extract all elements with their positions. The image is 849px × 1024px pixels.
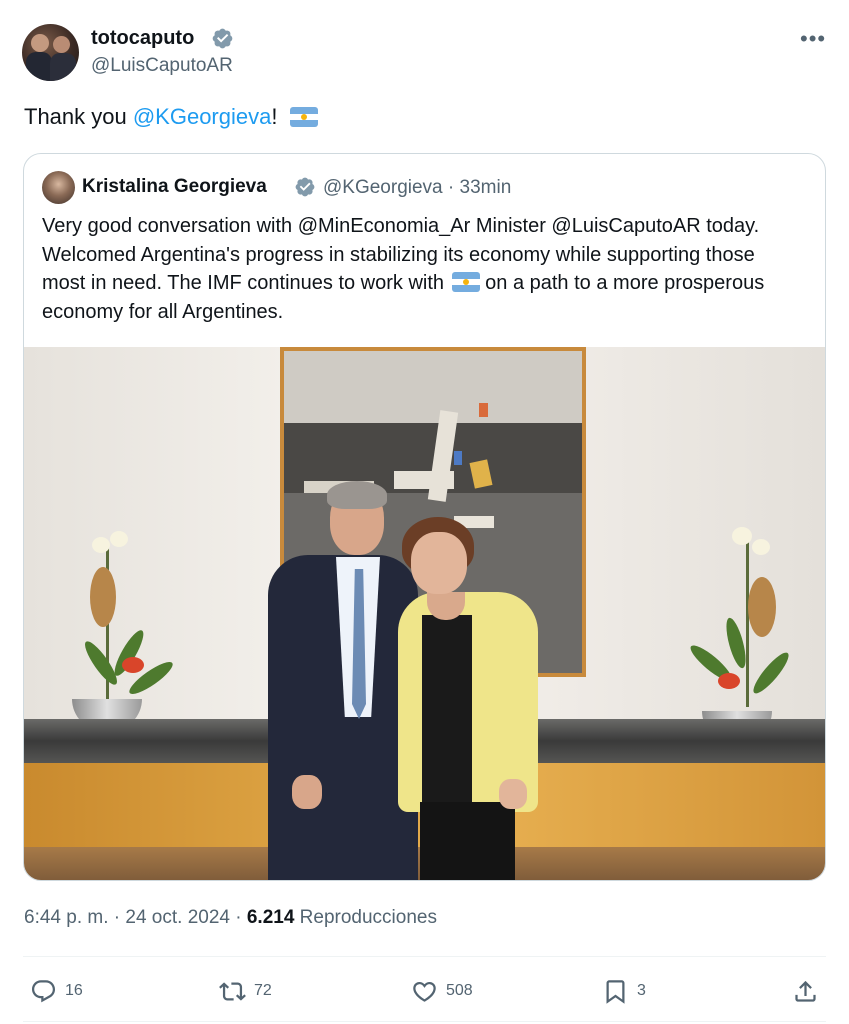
repost-icon — [219, 981, 246, 1001]
author-handle[interactable]: @LuisCaputoAR — [91, 55, 233, 77]
share-button[interactable] — [792, 975, 819, 1007]
quoted-tweet-text: Very good conversation with @MinEconomia… — [42, 212, 802, 326]
plant-stem — [746, 537, 749, 707]
woman-head — [411, 532, 467, 594]
red-flower — [718, 673, 740, 689]
tweet-text: Thank you @KGeorgieva! — [24, 104, 318, 130]
flag-argentina-icon — [451, 272, 480, 292]
avatar-person-head — [53, 36, 70, 53]
views-label: Reproducciones — [294, 907, 437, 928]
like-button[interactable]: 508 — [411, 975, 473, 1007]
tweet-text-suffix: ! — [271, 104, 278, 129]
woman-top — [422, 615, 472, 805]
quoted-tweet-photo[interactable] — [24, 347, 825, 880]
quoted-handle-time: @KGeorgieva · 33min — [323, 177, 512, 198]
more-horizontal-icon[interactable]: ••• — [800, 28, 826, 50]
orchid-blossom — [110, 531, 128, 547]
orchid-blossom — [92, 537, 110, 553]
avatar-person-body — [50, 53, 76, 81]
like-count: 508 — [446, 982, 473, 999]
verified-badge-icon — [212, 28, 233, 49]
quoted-author-avatar[interactable] — [42, 171, 75, 204]
orchid-blossom — [752, 539, 770, 555]
reply-button[interactable]: 16 — [30, 975, 83, 1007]
orchid-cluster — [90, 567, 116, 627]
author-avatar[interactable] — [22, 24, 79, 81]
tweet-timestamp[interactable]: 6:44 p. m. · 24 oct. 2024 · — [24, 907, 247, 928]
verified-badge-icon — [295, 177, 315, 197]
mention-link[interactable]: @KGeorgieva — [133, 104, 272, 129]
tweet-meta: 6:44 p. m. · 24 oct. 2024 · 6.214 Reprod… — [24, 907, 437, 929]
bookmark-button[interactable]: 3 — [602, 975, 646, 1007]
reply-icon — [31, 979, 56, 1002]
share-icon — [795, 980, 816, 1002]
man-hair — [327, 481, 387, 509]
heart-icon — [413, 981, 436, 1002]
plant-leaf — [748, 648, 794, 698]
quoted-tweet-card[interactable]: Kristalina Georgieva @KGeorgieva · 33min… — [23, 153, 826, 881]
bookmark-icon — [606, 979, 625, 1004]
divider — [23, 1021, 826, 1022]
red-flower — [122, 657, 144, 673]
divider — [23, 956, 826, 957]
views-count: 6.214 — [246, 907, 295, 928]
orchid-blossom — [732, 527, 752, 545]
quoted-author-name: Kristalina Georgieva — [82, 176, 267, 197]
author-display-name[interactable]: totocaputo — [91, 27, 194, 50]
tweet-text-prefix: Thank you — [24, 104, 133, 129]
avatar-person-head — [31, 34, 49, 52]
woman-pants — [420, 802, 515, 880]
woman-hand — [499, 779, 527, 809]
flag-argentina-icon — [289, 107, 318, 127]
bookmark-count: 3 — [637, 982, 646, 999]
orchid-cluster — [748, 577, 776, 637]
repost-button[interactable]: 72 — [219, 975, 272, 1007]
repost-count: 72 — [254, 982, 272, 999]
avatar-person-body — [26, 52, 52, 81]
reply-count: 16 — [65, 982, 83, 999]
man-hand — [292, 775, 322, 809]
